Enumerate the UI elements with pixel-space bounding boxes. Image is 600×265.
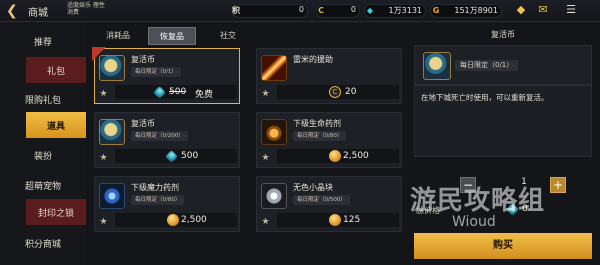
sidebar-item-seal-lock[interactable]: 封印之锁 bbox=[26, 199, 86, 225]
gem-icon bbox=[165, 150, 178, 163]
price-bar: 500 bbox=[115, 149, 237, 163]
item-detail-panel: 复活币 每日限定（0/1） 在地下城死亡时使用，可以重新复活。 − 1 + 总价… bbox=[414, 25, 592, 263]
item-price: 500 bbox=[181, 151, 199, 161]
item-limit: 每日限定（0/1） bbox=[131, 67, 181, 77]
favorite-star-icon[interactable]: ★ bbox=[260, 153, 271, 164]
revive-coin-icon bbox=[423, 52, 451, 80]
detail-description: 在地下城死亡时使用，可以重新复活。 bbox=[414, 85, 592, 157]
price-bar: 2,500 bbox=[115, 213, 237, 227]
item-limit: 每日限定（0/500） bbox=[293, 195, 350, 205]
sidebar-item-pets[interactable]: 超萌宠物 bbox=[0, 172, 86, 198]
item-price: 2,500 bbox=[181, 215, 207, 225]
revive-coin-icon bbox=[99, 119, 125, 145]
item-name: 下级魔力药剂 bbox=[131, 183, 179, 192]
favorite-star-icon[interactable]: ★ bbox=[98, 89, 109, 100]
item-name: 雷米的援助 bbox=[293, 55, 333, 64]
shop-item-card[interactable]: 雷米的援助 ★ C 20 bbox=[256, 48, 402, 104]
tab-recovery[interactable]: 恢复品 bbox=[148, 27, 196, 45]
back-arrow-icon[interactable]: ❮ bbox=[6, 2, 28, 20]
item-limit: 每日限定（0/80） bbox=[293, 131, 347, 141]
item-price: 125 bbox=[343, 215, 361, 225]
item-price: 20 bbox=[345, 87, 357, 97]
sidebar-item-packs[interactable]: 礼包 bbox=[26, 57, 86, 83]
item-name: 复活币 bbox=[131, 119, 155, 128]
shop-item-card[interactable]: 下级生命药剂 每日限定（0/80） ★ 2,500 bbox=[256, 112, 402, 168]
crystal-icon bbox=[261, 183, 287, 209]
original-price: 500 bbox=[169, 87, 187, 97]
shop-item-card[interactable]: 复活币 每日限定（0/200） ★ 500 bbox=[94, 112, 240, 168]
shop-item-card[interactable]: 无色小晶块 每日限定（0/500） ★ 125 bbox=[256, 176, 402, 232]
mail-icon[interactable]: ✉ bbox=[536, 3, 550, 17]
gem-icon bbox=[153, 86, 166, 99]
c-coin-value: 0 bbox=[350, 5, 356, 14]
c-coin-icon: C bbox=[318, 6, 324, 15]
gift-icon[interactable]: ◆ bbox=[514, 3, 528, 17]
item-name: 下级生命药剂 bbox=[293, 119, 341, 128]
gem-value: 1万3131 bbox=[388, 6, 422, 15]
detail-limit: 每日限定（0/1） bbox=[455, 60, 519, 71]
increase-quantity-button[interactable]: + bbox=[550, 177, 566, 193]
item-price: 2,500 bbox=[343, 151, 369, 161]
revive-coin-icon bbox=[99, 55, 125, 81]
tab-social[interactable]: 社交 bbox=[210, 27, 246, 45]
watermark-text: 游民攻略组 bbox=[410, 186, 546, 216]
sidebar-item-limited-packs[interactable]: 限购礼包 bbox=[0, 86, 86, 112]
shop-item-card[interactable]: 复活币 每日限定（0/1） ★ 500 免费 bbox=[92, 47, 240, 104]
sale-price: 免费 bbox=[195, 90, 214, 100]
buy-button[interactable]: 购买 bbox=[414, 233, 592, 259]
watermark-subtext: Wioud bbox=[452, 214, 496, 230]
price-bar: 500 免费 bbox=[115, 85, 237, 100]
score-value: 0 bbox=[298, 5, 304, 14]
sidebar-item-recommend[interactable]: 推荐 bbox=[0, 28, 86, 54]
price-bar: 2,500 bbox=[277, 149, 399, 163]
menu-icon[interactable]: ☰ bbox=[564, 3, 578, 17]
item-tabs: 消耗品 恢复品 社交 bbox=[96, 27, 402, 45]
sidebar-item-items[interactable]: 道具 bbox=[26, 112, 86, 138]
item-name: 无色小晶块 bbox=[293, 183, 333, 192]
price-bar: 125 bbox=[277, 213, 399, 227]
c-coin-icon: C bbox=[329, 86, 341, 98]
life-potion-icon bbox=[261, 119, 287, 145]
item-name: 复活币 bbox=[131, 55, 155, 64]
gold-coin-icon bbox=[329, 214, 341, 226]
tab-consumables[interactable]: 消耗品 bbox=[96, 27, 140, 45]
favorite-star-icon[interactable]: ★ bbox=[98, 217, 109, 228]
page-title: 商城 bbox=[28, 8, 48, 19]
score-icon: 积 bbox=[232, 6, 240, 15]
gold-coin-icon bbox=[329, 150, 341, 162]
detail-header: 每日限定（0/1） bbox=[414, 45, 592, 85]
favorite-star-icon[interactable]: ★ bbox=[98, 153, 109, 164]
top-bar: ❮ 商城 适度娱乐 理性消费 积 0 C 0 ◆ 1万3131 G 151万89… bbox=[0, 0, 600, 22]
favorite-star-icon[interactable]: ★ bbox=[260, 217, 271, 228]
item-limit: 每日限定（0/80） bbox=[131, 195, 185, 205]
gold-coin-icon bbox=[167, 214, 179, 226]
sidebar-item-points-shop[interactable]: 积分商城 bbox=[0, 230, 86, 256]
price-bar: C 20 bbox=[277, 85, 399, 99]
mana-potion-icon bbox=[99, 183, 125, 209]
item-limit: 每日限定（0/200） bbox=[131, 131, 188, 141]
gold-icon: G bbox=[432, 6, 440, 15]
favorite-star-icon[interactable]: ★ bbox=[260, 89, 271, 100]
detail-title: 复活币 bbox=[491, 30, 515, 39]
shop-item-card[interactable]: 下级魔力药剂 每日限定（0/80） ★ 2,500 bbox=[94, 176, 240, 232]
gem-icon: ◆ bbox=[366, 6, 374, 15]
gold-value: 151万8901 bbox=[454, 6, 498, 15]
staff-icon bbox=[261, 55, 287, 81]
age-note: 适度娱乐 理性消费 bbox=[67, 2, 105, 16]
sidebar-item-costume[interactable]: 装扮 bbox=[0, 142, 86, 168]
category-sidebar: 推荐 礼包 限购礼包 道具 装扮 超萌宠物 封印之锁 积分商城 bbox=[0, 22, 86, 265]
